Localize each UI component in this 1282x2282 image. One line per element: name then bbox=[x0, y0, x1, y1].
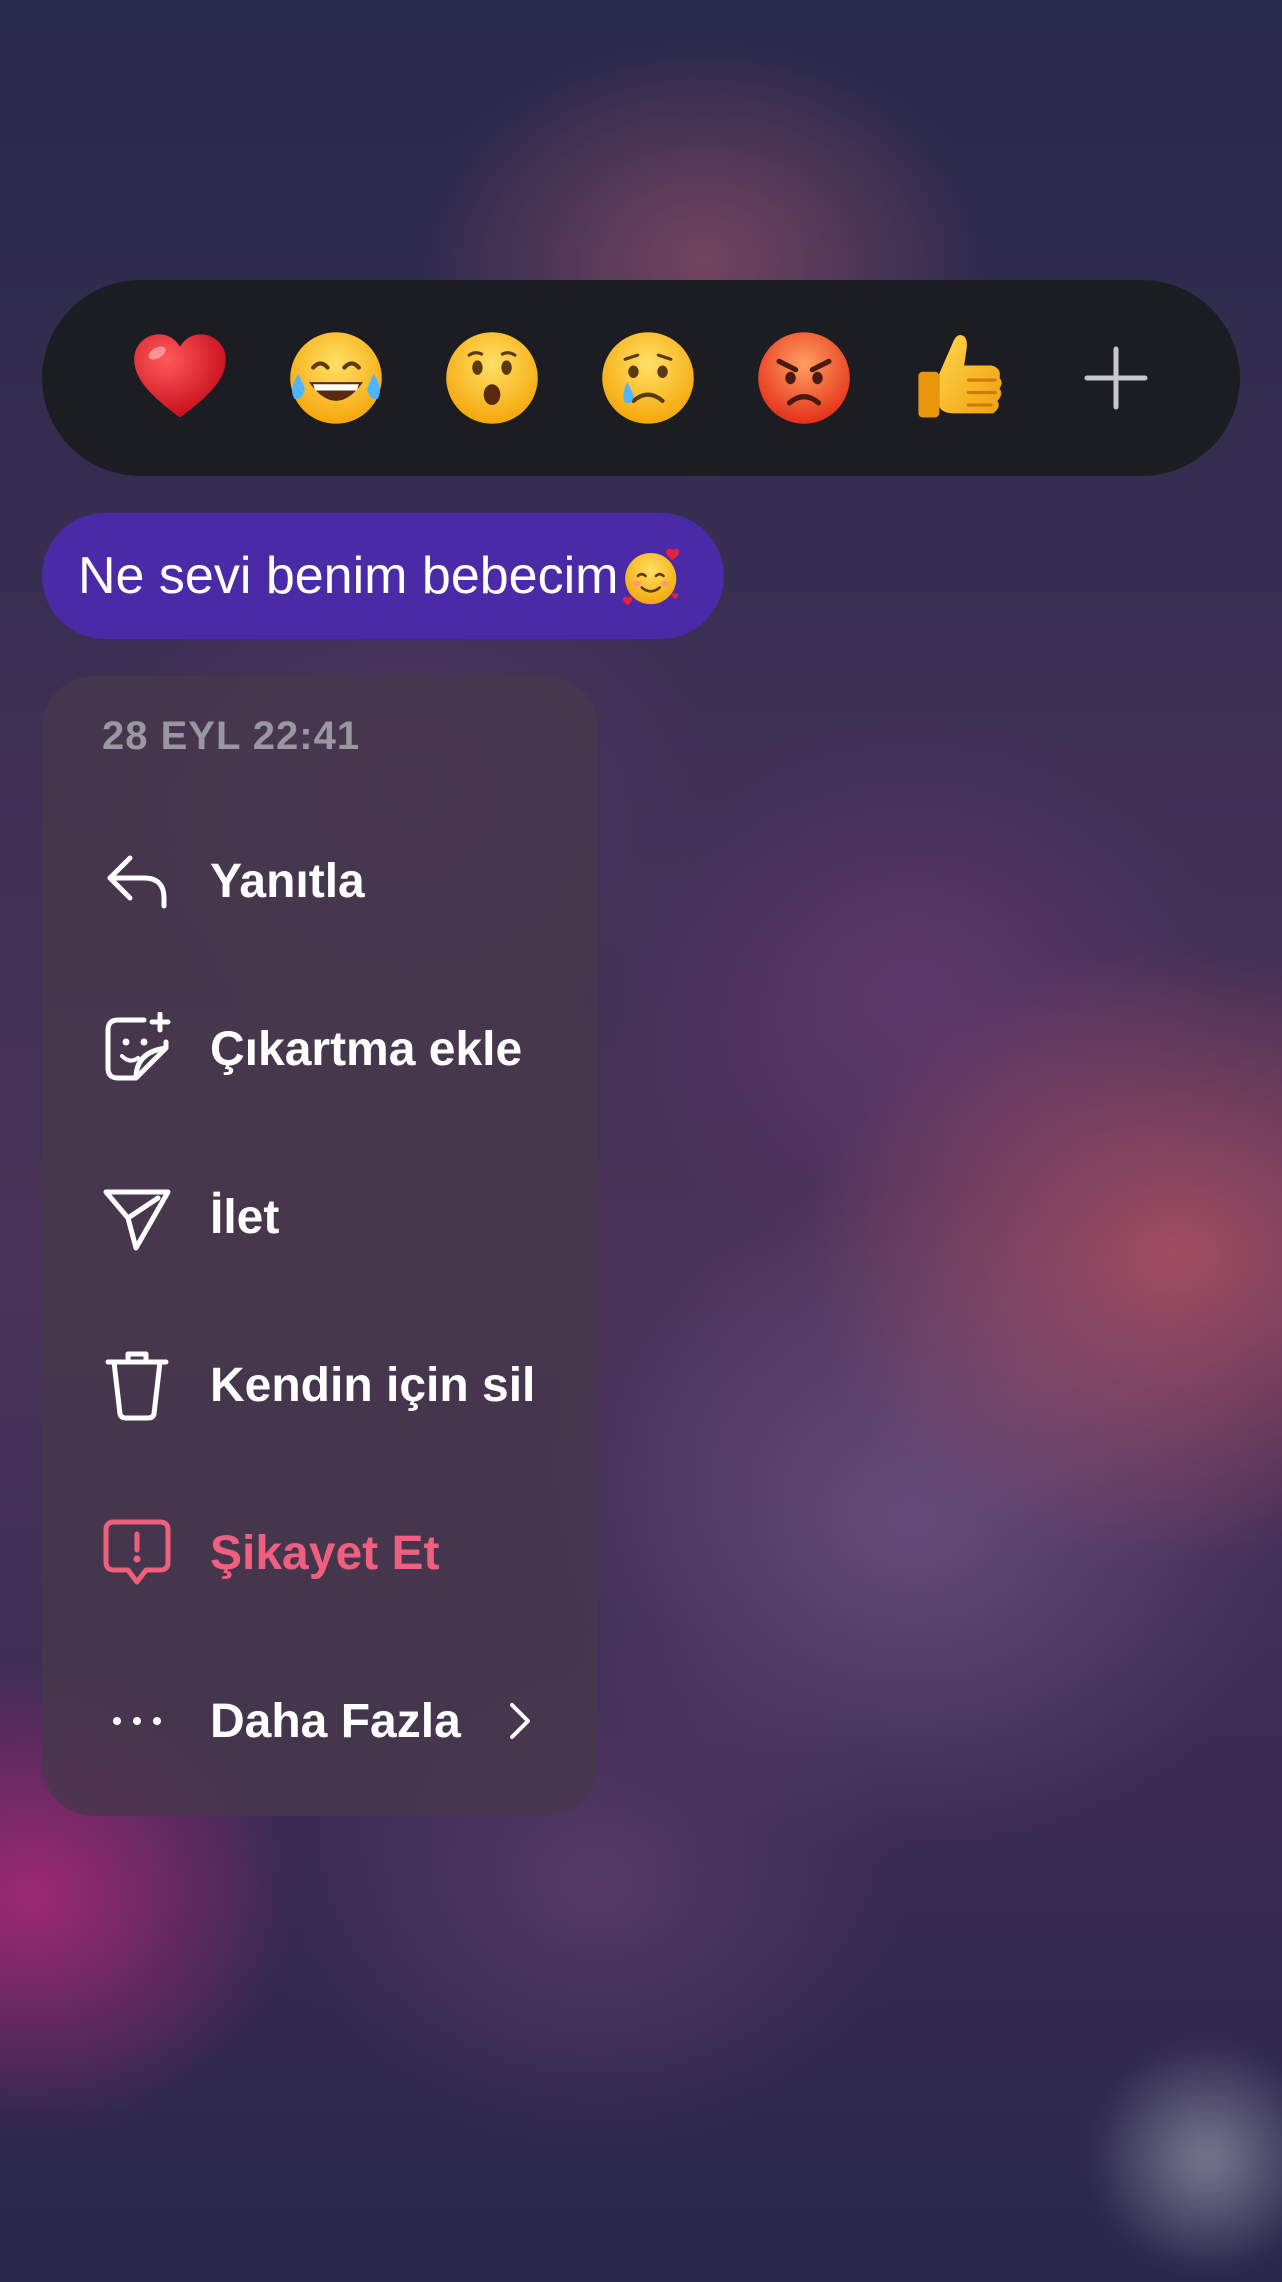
reaction-angry[interactable] bbox=[726, 300, 882, 456]
plus-icon bbox=[1084, 346, 1148, 410]
heart-emoji-icon bbox=[134, 334, 226, 418]
reaction-laughing[interactable] bbox=[258, 300, 414, 456]
laughing-emoji-icon bbox=[290, 332, 382, 424]
reaction-heart[interactable] bbox=[102, 300, 258, 456]
reaction-surprised[interactable] bbox=[414, 300, 570, 456]
menu-item-delete-for-me[interactable]: Kendin için sil bbox=[42, 1310, 598, 1460]
message-text: Ne sevi benim bebecim bbox=[78, 547, 619, 605]
menu-item-reply[interactable]: Yanıtla bbox=[42, 806, 598, 956]
message-timestamp: 28 EYL 22:41 bbox=[102, 714, 361, 758]
menu-item-forward[interactable]: İlet bbox=[42, 1142, 598, 1292]
add-sticker-icon bbox=[100, 1012, 174, 1086]
thumbs-up-emoji-icon bbox=[918, 335, 1002, 418]
report-icon bbox=[100, 1516, 174, 1590]
menu-item-add-sticker[interactable]: Çıkartma ekle bbox=[42, 974, 598, 1124]
menu-item-label: Çıkartma ekle bbox=[210, 1022, 523, 1076]
reply-icon bbox=[100, 844, 174, 918]
forward-icon bbox=[100, 1180, 174, 1254]
reaction-bar bbox=[42, 280, 1240, 476]
add-reaction-button[interactable] bbox=[1038, 300, 1194, 456]
message-context-menu: 28 EYL 22:41 Yanıtla Çıkartma ekle İlet … bbox=[42, 676, 598, 1816]
surprised-emoji-icon bbox=[446, 332, 538, 424]
angry-emoji-icon bbox=[758, 332, 850, 424]
menu-item-label: Yanıtla bbox=[210, 854, 365, 908]
menu-item-report[interactable]: Şikayet Et bbox=[42, 1478, 598, 1628]
reaction-crying[interactable] bbox=[570, 300, 726, 456]
smiling-face-with-hearts-icon bbox=[623, 548, 680, 606]
message-bubble[interactable]: Ne sevi benim bebecim bbox=[42, 513, 725, 639]
menu-item-label: Daha Fazla bbox=[210, 1694, 461, 1748]
menu-item-label: Şikayet Et bbox=[210, 1526, 440, 1580]
reaction-thumbs-up[interactable] bbox=[882, 300, 1038, 456]
menu-item-more[interactable]: Daha Fazla bbox=[42, 1646, 598, 1796]
crying-emoji-icon bbox=[602, 332, 694, 424]
trash-icon bbox=[100, 1348, 174, 1422]
more-icon bbox=[100, 1684, 174, 1758]
menu-item-label: İlet bbox=[210, 1190, 280, 1244]
screen: Ne sevi benim bebecim 28 EYL 22:41 Yanıt… bbox=[0, 0, 1282, 2282]
chevron-right-icon bbox=[510, 1703, 530, 1739]
menu-item-label: Kendin için sil bbox=[210, 1358, 536, 1412]
